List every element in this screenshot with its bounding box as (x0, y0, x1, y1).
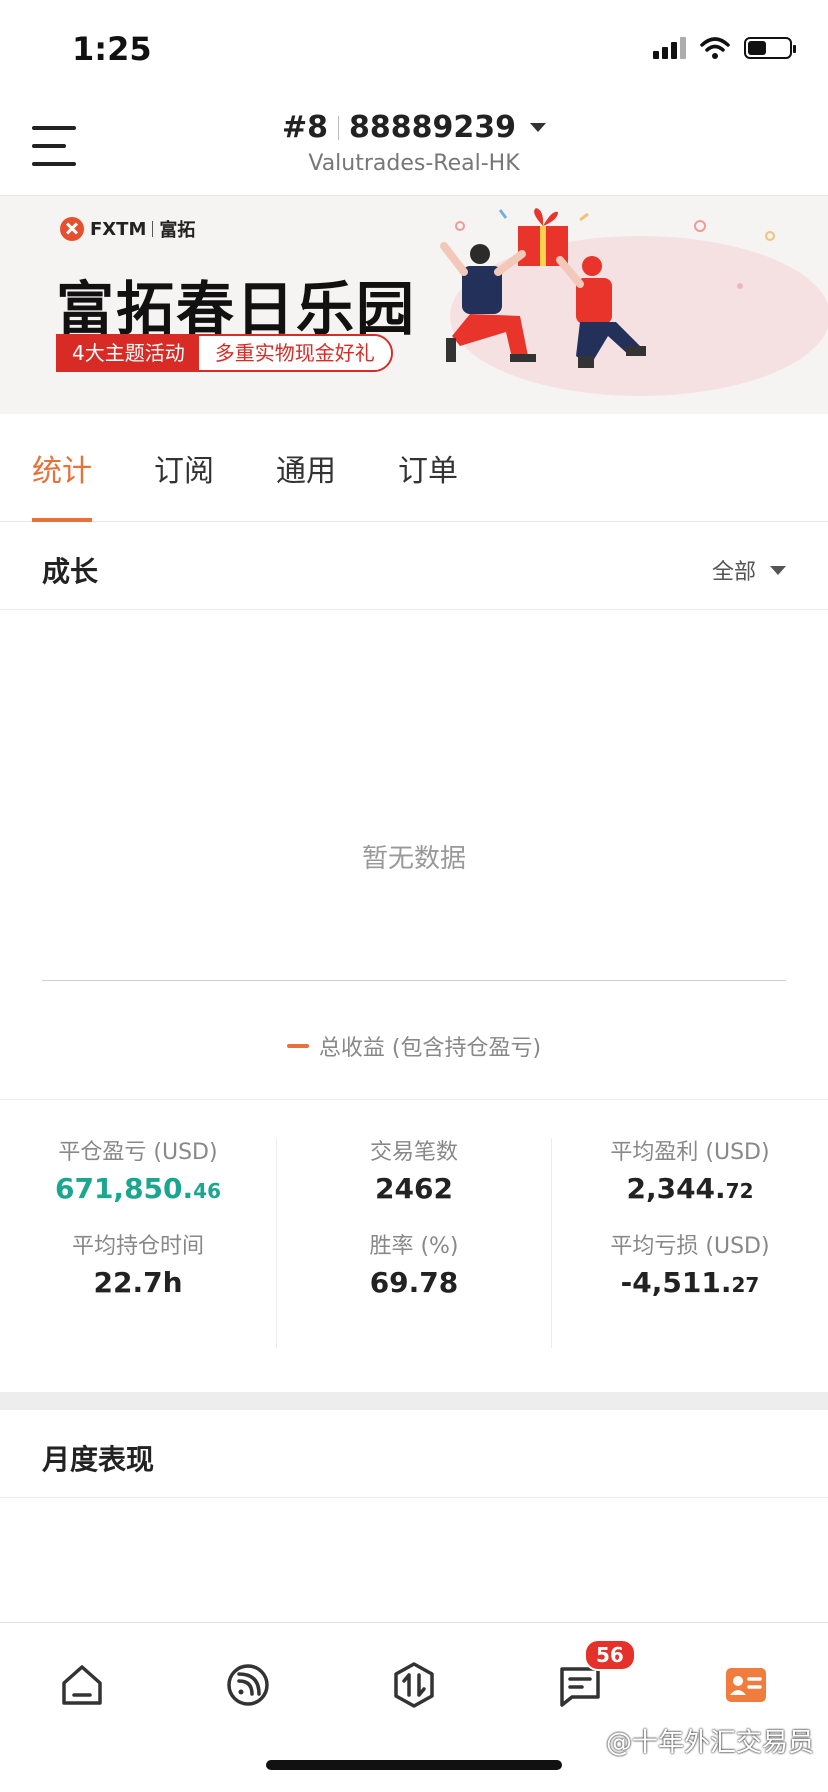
monthly-title: 月度表现 (42, 1443, 155, 1476)
message-badge: 56 (584, 1639, 636, 1671)
trade-count-label: 交易笔数 (369, 1140, 458, 1165)
closed-pnl-label: 平仓盈亏 (USD) (58, 1140, 218, 1165)
avg-hold-time-value: 22.7h (93, 1266, 183, 1299)
avg-loss-value: -4,511.27 (620, 1266, 760, 1299)
monthly-content (0, 1498, 828, 1622)
message-icon[interactable]: 56 (554, 1639, 636, 1711)
tab-orders[interactable]: 订单 (398, 414, 458, 522)
app-header: #8 88889239 Valutrades-Real-HK (0, 96, 828, 196)
growth-section-header: 成长 全部 (0, 522, 828, 610)
closed-pnl-value: 671,850.46 (54, 1172, 221, 1205)
server-name: Valutrades-Real-HK (308, 151, 520, 176)
home-icon[interactable] (56, 1659, 108, 1711)
stats-grid: 平仓盈亏 (USD) 671,850.46 平均持仓时间 22.7h 交易笔数 … (0, 1102, 828, 1392)
tab-subscriptions[interactable]: 订阅 (154, 414, 214, 522)
trade-count-value: 2462 (375, 1172, 453, 1205)
legend-label: 总收益 (包含持仓盈亏) (318, 1036, 542, 1061)
stats-column-3: 平均盈利 (USD) 2,344.72 平均亏损 (USD) -4,511.27 (552, 1138, 828, 1348)
stats-column-2: 交易笔数 2462 胜率 (%) 69.78 (276, 1138, 552, 1348)
range-filter-dropdown[interactable]: 全部 (712, 554, 786, 586)
empty-state-text: 暂无数据 (361, 844, 466, 874)
growth-title: 成长 (42, 555, 99, 588)
chevron-down-icon (530, 123, 546, 132)
fxtm-logo: FXTM 富拓 (60, 216, 195, 242)
stats-column-1: 平仓盈亏 (USD) 671,850.46 平均持仓时间 22.7h (0, 1138, 276, 1348)
win-rate-label: 胜率 (%) (369, 1234, 459, 1259)
win-rate-value: 69.78 (369, 1266, 459, 1299)
status-icons (653, 36, 796, 60)
account-id: 88889239 (349, 110, 516, 145)
promo-banner[interactable]: FXTM 富拓 富拓春日乐园 4大主题活动 多重实物现金好礼 (0, 196, 828, 414)
feed-icon[interactable] (222, 1659, 274, 1711)
chevron-down-icon (770, 565, 786, 575)
home-indicator[interactable] (266, 1760, 562, 1770)
cellular-signal-icon (653, 37, 686, 59)
avg-loss-label: 平均亏损 (USD) (610, 1234, 770, 1259)
wifi-icon (700, 37, 730, 59)
account-number: #8 (281, 110, 328, 145)
tab-bar: 统计 订阅 通用 订单 (0, 414, 828, 522)
account-switcher[interactable]: #8 88889239 Valutrades-Real-HK (0, 110, 828, 176)
tab-statistics[interactable]: 统计 (32, 414, 92, 522)
battery-icon (744, 37, 796, 59)
avg-hold-time-label: 平均持仓时间 (71, 1234, 204, 1259)
status-bar: 1:25 (0, 0, 828, 96)
legend-swatch (286, 1044, 309, 1048)
trade-icon[interactable] (388, 1659, 440, 1711)
monthly-section-header: 月度表现 (0, 1410, 828, 1498)
range-filter-label: 全部 (711, 560, 756, 585)
banner-tags: 4大主题活动 多重实物现金好礼 (56, 334, 393, 372)
section-divider (0, 1392, 828, 1410)
banner-illustration (440, 208, 828, 396)
chart-legend: 总收益 (包含持仓盈亏) (0, 1030, 828, 1062)
banner-tag-events: 4大主题活动 (58, 336, 199, 370)
tab-general[interactable]: 通用 (276, 414, 336, 522)
watermark: @十年外汇交易员 (605, 1728, 814, 1758)
profile-icon[interactable] (720, 1659, 772, 1711)
growth-chart: 暂无数据 总收益 (包含持仓盈亏) (0, 610, 828, 1100)
banner-tag-gifts: 多重实物现金好礼 (198, 336, 391, 370)
avg-profit-label: 平均盈利 (USD) (610, 1140, 770, 1165)
chart-axis (42, 980, 786, 981)
avg-profit-value: 2,344.72 (626, 1172, 754, 1205)
status-time: 1:25 (72, 30, 152, 68)
